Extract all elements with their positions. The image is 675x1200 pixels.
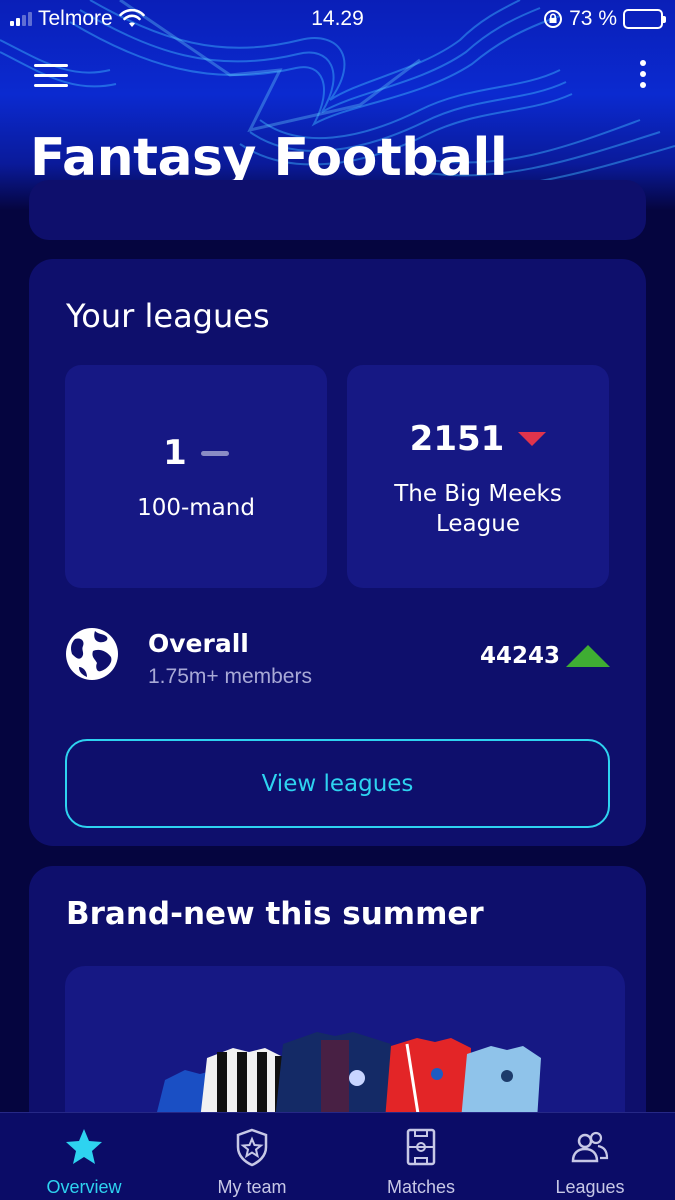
tab-label: Leagues: [555, 1177, 625, 1197]
view-leagues-button[interactable]: View leagues: [65, 739, 610, 828]
league-rank: 2151: [409, 419, 505, 459]
jerseys-illustration: [155, 1032, 541, 1120]
battery-icon: [623, 9, 666, 29]
app-screen: Telmore 14.29 73 % Fantasy Football Your…: [0, 0, 675, 1200]
tab-matches[interactable]: Matches: [337, 1113, 505, 1200]
previous-card: [29, 180, 646, 240]
star-icon: [66, 1129, 102, 1164]
your-leagues-title: Your leagues: [66, 297, 270, 335]
users-icon: [571, 1131, 609, 1163]
pitch-icon: [406, 1128, 436, 1166]
tab-overview[interactable]: Overview: [0, 1113, 168, 1200]
bottom-tab-bar: Overview My team Matches Leagues: [0, 1112, 675, 1200]
page-title: Fantasy Football: [30, 128, 508, 188]
more-options-icon[interactable]: [637, 60, 649, 94]
trend-same-icon: [200, 450, 229, 456]
rotation-lock-icon: [544, 10, 563, 28]
header: Telmore 14.29 73 % Fantasy Football: [0, 0, 675, 210]
league-name: The Big Meeks League: [394, 481, 562, 537]
your-leagues-card: Your leagues 1 100-mand 2151 The Big Mee…: [29, 259, 646, 846]
battery-percent: 73 %: [569, 7, 617, 30]
league-tile[interactable]: 2151 The Big Meeks League: [347, 365, 609, 588]
overall-rank: 44243: [479, 643, 560, 669]
league-name: 100-mand: [137, 495, 255, 521]
shield-star-icon: [236, 1128, 268, 1167]
overall-league-row[interactable]: Overall 1.75m+ members 44243: [65, 625, 610, 688]
tab-label: Overview: [46, 1177, 122, 1197]
status-bar: Telmore 14.29 73 %: [0, 0, 675, 40]
league-tile[interactable]: 1 100-mand: [65, 365, 327, 588]
tab-leagues[interactable]: Leagues: [506, 1113, 674, 1200]
trend-up-icon: [566, 645, 610, 667]
tab-label: My team: [217, 1177, 287, 1197]
brand-new-title: Brand-new this summer: [66, 896, 484, 932]
trend-down-icon: [518, 432, 547, 446]
hamburger-menu-icon[interactable]: [34, 64, 68, 88]
league-rank-row: 1: [65, 433, 327, 473]
status-right: 73 %: [543, 7, 666, 31]
overall-members: 1.75m+ members: [148, 665, 312, 688]
league-rank-row: 2151: [347, 419, 609, 459]
overall-label: Overall: [148, 629, 249, 658]
league-rank: 1: [163, 433, 187, 473]
tab-my-team[interactable]: My team: [168, 1113, 336, 1200]
globe-icon: [66, 628, 118, 680]
tab-label: Matches: [386, 1177, 456, 1197]
